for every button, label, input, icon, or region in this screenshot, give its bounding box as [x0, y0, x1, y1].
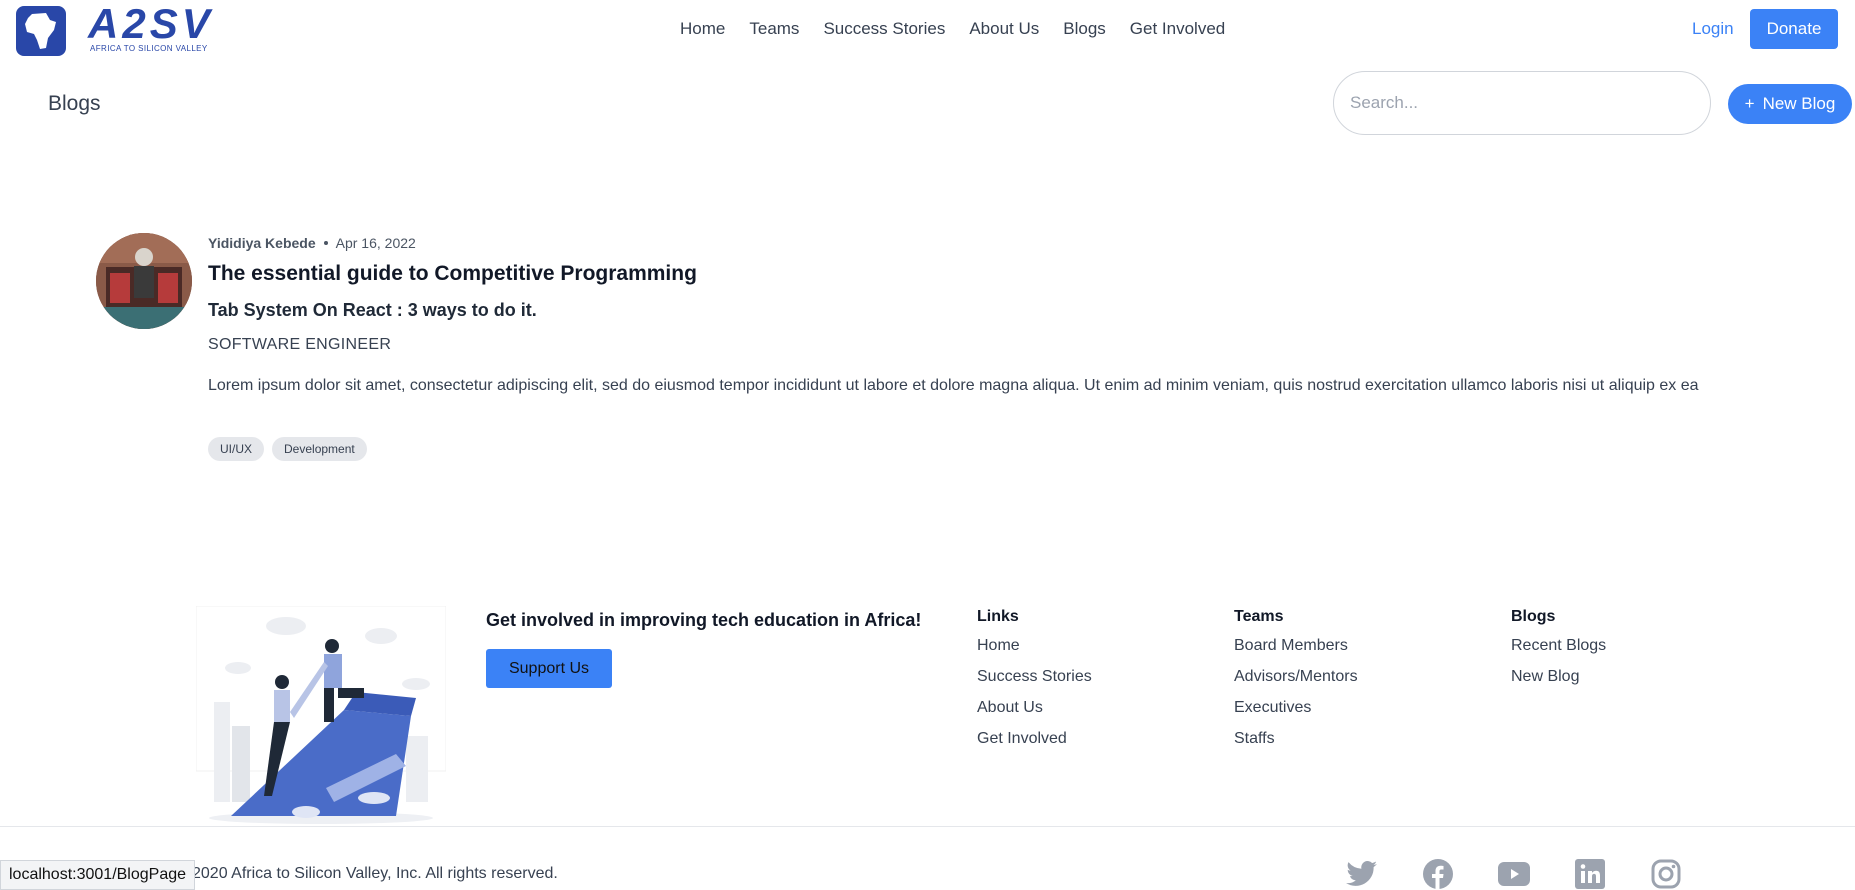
nav-blogs[interactable]: Blogs [1063, 19, 1106, 39]
footer-link-executives[interactable]: Executives [1234, 699, 1358, 717]
nav-about-us[interactable]: About Us [969, 19, 1039, 39]
footer-links-column: Links Home Success Stories About Us Get … [977, 608, 1092, 761]
footer-link-get-involved[interactable]: Get Involved [977, 730, 1092, 748]
social-links [1346, 858, 1682, 890]
footer-link-staffs[interactable]: Staffs [1234, 730, 1358, 748]
donate-button[interactable]: Donate [1750, 9, 1838, 49]
blog-meta: Yididiya Kebede Apr 16, 2022 [208, 235, 416, 251]
nav-teams[interactable]: Teams [749, 19, 799, 39]
twitter-icon[interactable] [1346, 858, 1378, 890]
search-input[interactable] [1333, 71, 1711, 135]
tag-development[interactable]: Development [272, 437, 367, 461]
blog-title[interactable]: The essential guide to Competitive Progr… [208, 262, 697, 286]
footer-links-heading: Links [977, 608, 1019, 625]
copyright-text: 2020 Africa to Silicon Valley, Inc. All … [192, 865, 558, 882]
browser-status-url: localhost:3001/BlogPage [0, 860, 196, 890]
footer-link-home[interactable]: Home [977, 637, 1092, 655]
footer-link-new-blog[interactable]: New Blog [1511, 668, 1606, 686]
blog-excerpt: Lorem ipsum dolor sit amet, consectetur … [208, 377, 1699, 394]
login-link[interactable]: Login [1692, 19, 1734, 39]
footer-divider [0, 826, 1855, 827]
new-blog-button[interactable]: + New Blog [1728, 84, 1852, 124]
new-blog-label: New Blog [1762, 94, 1836, 113]
blog-date: Apr 16, 2022 [335, 235, 416, 251]
instagram-icon[interactable] [1650, 858, 1682, 890]
page-title: Blogs [48, 92, 101, 115]
youtube-icon[interactable] [1498, 858, 1530, 890]
blog-author[interactable]: Yididiya Kebede [208, 235, 316, 251]
support-us-button[interactable]: Support Us [486, 649, 612, 688]
footer-blogs-heading: Blogs [1511, 608, 1556, 625]
meta-separator-dot [323, 241, 328, 245]
footer-link-success-stories[interactable]: Success Stories [977, 668, 1092, 686]
footer-blogs-column: Blogs Recent Blogs New Blog [1511, 608, 1606, 699]
brand-logo-text[interactable]: A2SV [88, 2, 214, 46]
footer-teams-column: Teams Board Members Advisors/Mentors Exe… [1234, 608, 1358, 761]
tag-ui-ux[interactable]: UI/UX [208, 437, 265, 461]
blog-tags: UI/UX Development [208, 437, 367, 461]
footer-link-board-members[interactable]: Board Members [1234, 637, 1358, 655]
brand-tagline: AFRICA TO SILICON VALLEY [90, 44, 208, 53]
nav-get-involved[interactable]: Get Involved [1130, 19, 1225, 39]
footer-link-about-us[interactable]: About Us [977, 699, 1092, 717]
author-avatar [96, 233, 192, 329]
africa-logo-icon[interactable] [16, 6, 66, 56]
main-nav: Home Teams Success Stories About Us Blog… [680, 19, 1225, 39]
plus-icon: + [1744, 94, 1755, 113]
nav-home[interactable]: Home [680, 19, 725, 39]
footer-cta-title: Get involved in improving tech education… [486, 610, 922, 630]
blog-subtitle: Tab System On React : 3 ways to do it. [208, 300, 537, 320]
footer-teams-heading: Teams [1234, 608, 1284, 625]
footer-link-advisors-mentors[interactable]: Advisors/Mentors [1234, 668, 1358, 686]
climbing-illustration [195, 605, 447, 826]
facebook-icon[interactable] [1422, 858, 1454, 890]
footer-link-recent-blogs[interactable]: Recent Blogs [1511, 637, 1606, 655]
top-header: A2SV AFRICA TO SILICON VALLEY Home Teams… [0, 0, 1855, 60]
nav-success-stories[interactable]: Success Stories [823, 19, 945, 39]
author-role: SOFTWARE ENGINEER [208, 336, 392, 353]
linkedin-icon[interactable] [1574, 858, 1606, 890]
